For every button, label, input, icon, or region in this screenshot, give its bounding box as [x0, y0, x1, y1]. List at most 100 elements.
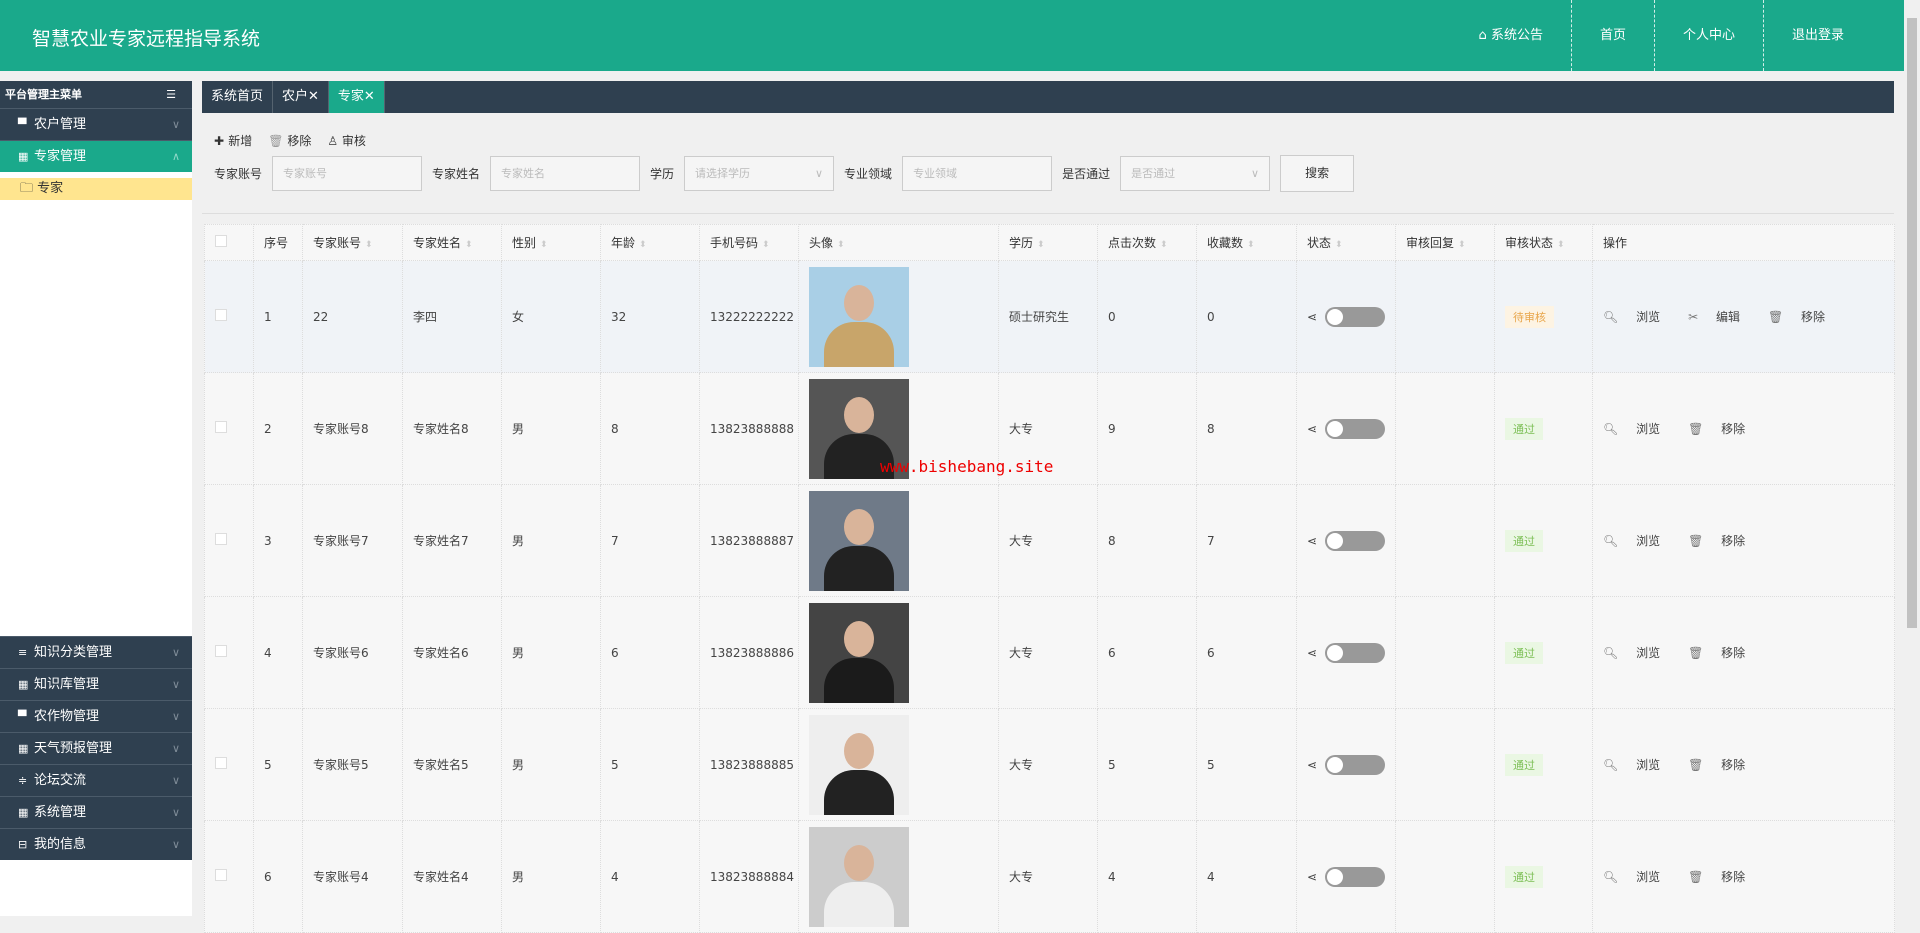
field-input[interactable]: 专业领域	[902, 156, 1053, 191]
op-view-button[interactable]: 🔍︎ 浏览	[1603, 646, 1674, 660]
op-remove-button[interactable]: 🗑 移除	[1688, 870, 1759, 884]
op-view-button[interactable]: 🔍︎ 浏览	[1603, 310, 1674, 324]
state-toggle[interactable]	[1325, 530, 1386, 551]
sidebar-item-weather[interactable]: ▦ 天气预报管理 ∨	[0, 732, 192, 764]
op-remove-button[interactable]: 🗑 移除	[1688, 422, 1759, 436]
column-header[interactable]: 头像 ⬍	[798, 224, 999, 261]
sort-icon[interactable]: ⬍	[1247, 240, 1255, 250]
tab-home[interactable]: 系统首页	[202, 81, 274, 113]
sort-icon[interactable]: ⬍	[762, 240, 770, 250]
op-view-button[interactable]: 🔍︎ 浏览	[1603, 870, 1674, 884]
name-input[interactable]: 专家姓名	[490, 156, 641, 191]
edu-select[interactable]: 请选择学历 ∨	[684, 156, 835, 191]
op-label: 移除	[1721, 758, 1746, 772]
column-header[interactable]: 点击次数 ⬍	[1097, 224, 1197, 261]
tab-farmer[interactable]: 农户✕	[273, 81, 329, 113]
column-header[interactable]: 年龄 ⬍	[600, 224, 700, 261]
sort-icon[interactable]: ⬍	[540, 240, 548, 250]
nav-logout[interactable]: 退出登录	[1762, 0, 1904, 71]
sidebar: 平台管理主菜单 ☰ ▀ 农户管理 ∨ ▦ 专家管理 ∧ 🗀 专家 ≡ 知识分类管理 ∨ ▦ 知识库…	[0, 81, 192, 916]
sidebar-item-myinfo[interactable]: ⊟ 我的信息 ∨	[0, 828, 192, 860]
row-checkbox[interactable]	[204, 708, 254, 821]
sidebar-item-forum[interactable]: ≑ 论坛交流 ∨	[0, 764, 192, 796]
column-label: 专家账号	[313, 236, 362, 250]
state-toggle[interactable]	[1325, 306, 1386, 327]
column-header[interactable]: 性别 ⬍	[501, 224, 601, 261]
sidebar-item-system[interactable]: ▦ 系统管理 ∨	[0, 796, 192, 828]
sidebar-item-expert[interactable]: ▦ 专家管理 ∧	[0, 140, 192, 172]
nav-home[interactable]: 首页	[1570, 0, 1654, 71]
op-remove-button[interactable]: 🗑 移除	[1688, 758, 1759, 772]
column-label: 操作	[1603, 236, 1628, 250]
state-toggle[interactable]	[1325, 754, 1386, 775]
sort-icon[interactable]: ⬍	[639, 240, 647, 250]
sort-icon[interactable]: ⬍	[365, 240, 373, 250]
remove-button[interactable]: 🗑 移除	[268, 132, 311, 149]
column-header[interactable]: 审核回复 ⬍	[1395, 224, 1495, 261]
avatar-image[interactable]	[809, 490, 909, 591]
nav-notice[interactable]: ⌂ 系统公告	[1451, 0, 1571, 71]
scroll-thumb[interactable]	[1907, 18, 1917, 628]
avatar-image[interactable]	[809, 266, 909, 367]
nav-profile[interactable]: 个人中心	[1653, 0, 1763, 71]
sort-icon[interactable]: ⬍	[1557, 240, 1565, 250]
select-all-checkbox[interactable]	[204, 224, 254, 261]
avatar-image[interactable]	[809, 714, 909, 815]
column-header[interactable]: 收藏数 ⬍	[1196, 224, 1297, 261]
op-remove-button[interactable]: 🗑 移除	[1688, 534, 1759, 548]
audit-button[interactable]: ♙ 审核	[327, 132, 366, 149]
account-input[interactable]: 专家账号	[272, 156, 423, 191]
sort-icon[interactable]: ⬍	[1335, 240, 1343, 250]
avatar-image[interactable]	[809, 602, 909, 703]
sidebar-item-farmer[interactable]: ▀ 农户管理 ∨	[0, 108, 192, 140]
tab-expert[interactable]: 专家✕	[328, 81, 385, 113]
cell-clicks: 6	[1097, 596, 1197, 709]
sidebar-item-crop[interactable]: ▀ 农作物管理 ∨	[0, 700, 192, 732]
sidebar-subitem-expert[interactable]: 🗀 专家	[0, 178, 192, 200]
share-icon[interactable]: ⋖	[1307, 870, 1317, 884]
sort-icon[interactable]: ⬍	[465, 240, 473, 250]
row-checkbox[interactable]	[204, 484, 254, 597]
column-header[interactable]: 专家账号 ⬍	[302, 224, 403, 261]
state-toggle[interactable]	[1325, 866, 1386, 887]
row-checkbox[interactable]	[204, 596, 254, 709]
sort-icon[interactable]: ⬍	[837, 240, 845, 250]
share-icon[interactable]: ⋖	[1307, 534, 1317, 548]
pass-select[interactable]: 是否通过 ∨	[1120, 156, 1271, 191]
column-header[interactable]: 手机号码 ⬍	[699, 224, 799, 261]
share-icon[interactable]: ⋖	[1307, 422, 1317, 436]
state-toggle[interactable]	[1325, 642, 1386, 663]
op-edit-button[interactable]: ✂ 编辑	[1688, 310, 1754, 324]
column-header[interactable]: 专家姓名 ⬍	[402, 224, 502, 261]
sort-icon[interactable]: ⬍	[1160, 240, 1168, 250]
op-remove-button[interactable]: 🗑 移除	[1688, 646, 1759, 660]
share-icon[interactable]: ⋖	[1307, 310, 1317, 324]
page-scrollbar[interactable]	[1904, 0, 1920, 916]
column-header[interactable]: 审核状态 ⬍	[1494, 224, 1593, 261]
cell-audit-status: 通过	[1494, 372, 1593, 485]
menu-icon: ▦	[18, 742, 29, 755]
sidebar-label: 知识库管理	[34, 677, 100, 692]
share-icon[interactable]: ⋖	[1307, 758, 1317, 772]
op-view-button[interactable]: 🔍︎ 浏览	[1603, 758, 1674, 772]
sort-icon[interactable]: ⬍	[1458, 240, 1466, 250]
add-button[interactable]: ✚ 新增	[214, 132, 252, 149]
column-header[interactable]: 状态 ⬍	[1296, 224, 1396, 261]
state-toggle[interactable]	[1325, 418, 1386, 439]
search-button[interactable]: 搜索	[1280, 155, 1355, 192]
sort-icon[interactable]: ⬍	[1037, 240, 1045, 250]
add-label: 新增	[228, 134, 253, 148]
avatar-image[interactable]	[809, 826, 909, 927]
sidebar-label: 天气预报管理	[34, 741, 113, 756]
row-checkbox[interactable]	[204, 372, 254, 485]
share-icon[interactable]: ⋖	[1307, 646, 1317, 660]
column-header[interactable]: 学历 ⬍	[998, 224, 1098, 261]
menu-toggle-icon[interactable]: ☰	[166, 81, 176, 108]
sidebar-item-knowledge[interactable]: ▦ 知识库管理 ∨	[0, 668, 192, 700]
sidebar-item-category[interactable]: ≡ 知识分类管理 ∨	[0, 636, 192, 668]
op-view-button[interactable]: 🔍︎ 浏览	[1603, 422, 1674, 436]
sidebar-label: 专家管理	[34, 149, 87, 164]
op-view-button[interactable]: 🔍︎ 浏览	[1603, 534, 1674, 548]
op-remove-button[interactable]: 🗑 移除	[1768, 310, 1839, 324]
row-checkbox[interactable]	[204, 260, 254, 373]
